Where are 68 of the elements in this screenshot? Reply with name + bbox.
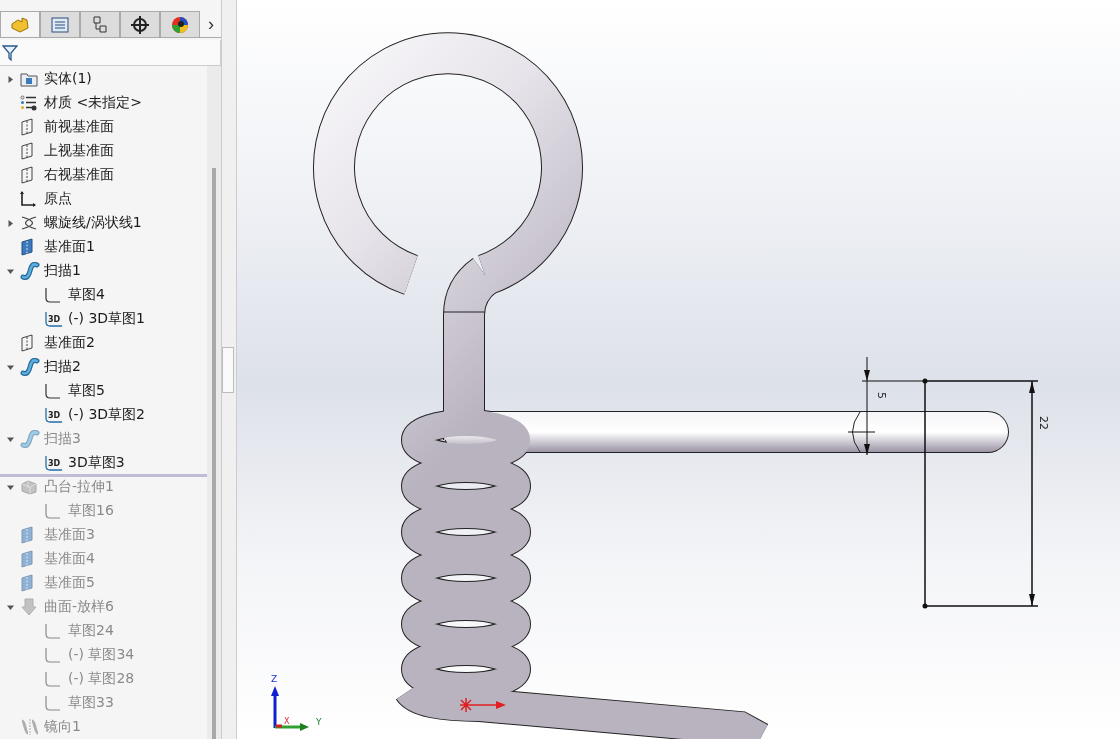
sketch-icon — [44, 503, 62, 519]
collapse-caret-icon[interactable] — [6, 267, 14, 275]
plane-icon — [20, 118, 34, 136]
tree-item[interactable]: (-) 3D草图2 — [68, 406, 146, 424]
sketch-icon — [44, 383, 62, 399]
sketch-icon — [44, 647, 62, 663]
folder-icon — [20, 71, 38, 87]
tree-item[interactable]: 扫描2 — [44, 358, 81, 376]
origin-marker-icon — [459, 697, 506, 713]
color-ball-icon — [171, 15, 189, 34]
axis-triad-drawing — [271, 686, 309, 731]
offset-dimension[interactable] — [847, 356, 926, 456]
sketch-icon — [44, 671, 62, 687]
sweep-icon — [20, 262, 40, 280]
tree-item[interactable]: 扫描1 — [44, 262, 81, 280]
collapse-caret-icon[interactable] — [6, 603, 14, 611]
plane-icon — [20, 238, 34, 256]
expand-caret-icon[interactable] — [6, 75, 14, 83]
plane-icon — [20, 574, 34, 592]
plane-icon — [20, 142, 34, 160]
crosshair-icon — [131, 15, 149, 34]
sweep-icon — [20, 358, 40, 376]
tree-item[interactable]: 材质 <未指定> — [44, 94, 142, 112]
expand-caret-icon[interactable] — [6, 219, 14, 227]
helix-icon — [20, 215, 38, 231]
sketch-icon — [44, 287, 62, 303]
tree-item[interactable]: 上视基准面 — [44, 142, 114, 160]
dimension-value[interactable]: 22 — [1037, 416, 1050, 430]
sweep-icon — [20, 430, 40, 448]
crosshair-tab[interactable] — [120, 11, 160, 38]
axis-label: Z — [271, 674, 278, 684]
dimension-value[interactable]: 5 — [875, 392, 888, 399]
plane-icon — [20, 550, 34, 568]
more-tabs-button[interactable]: › — [202, 11, 220, 38]
tree-item[interactable]: 螺旋线/涡状线1 — [44, 214, 142, 232]
axis-label: Y — [316, 717, 322, 727]
filter-icon[interactable] — [2, 44, 18, 61]
plane-icon — [20, 526, 34, 544]
sketch-icon — [44, 695, 62, 711]
height-dimension[interactable] — [922, 378, 1039, 609]
tree-item[interactable]: 基准面1 — [44, 238, 95, 256]
loft-icon — [20, 598, 38, 616]
plane-icon — [20, 334, 34, 352]
material-icon — [20, 95, 38, 111]
sketch-icon — [44, 623, 62, 639]
list-icon — [51, 16, 69, 33]
scrollbar[interactable] — [207, 66, 222, 739]
tree-structure-icon — [92, 15, 108, 34]
tree-item[interactable]: 基准面2 — [44, 334, 95, 352]
axis-label: X — [284, 717, 290, 726]
part-block-icon — [10, 15, 30, 34]
tree-item[interactable]: 草图5 — [68, 382, 105, 400]
tree-item[interactable]: 3D草图3 — [68, 454, 125, 472]
tree-item[interactable]: (-) 3D草图1 — [68, 310, 146, 328]
tree-item[interactable]: 右视基准面 — [44, 166, 114, 184]
appearance-tab[interactable] — [160, 11, 200, 38]
plane-icon — [20, 166, 34, 184]
collapse-caret-icon[interactable] — [6, 363, 14, 371]
collapse-caret-icon[interactable] — [6, 483, 14, 491]
extrude-icon — [20, 479, 38, 495]
mirror-icon — [20, 719, 40, 735]
part-tab[interactable] — [0, 11, 40, 38]
collapse-caret-icon[interactable] — [6, 435, 14, 443]
origin-icon — [20, 191, 36, 207]
tree-item[interactable]: 前视基准面 — [44, 118, 114, 136]
tree-item[interactable]: 草图4 — [68, 286, 105, 304]
tree-item[interactable]: 实体(1) — [44, 70, 92, 88]
tree-item[interactable]: 原点 — [44, 190, 72, 208]
